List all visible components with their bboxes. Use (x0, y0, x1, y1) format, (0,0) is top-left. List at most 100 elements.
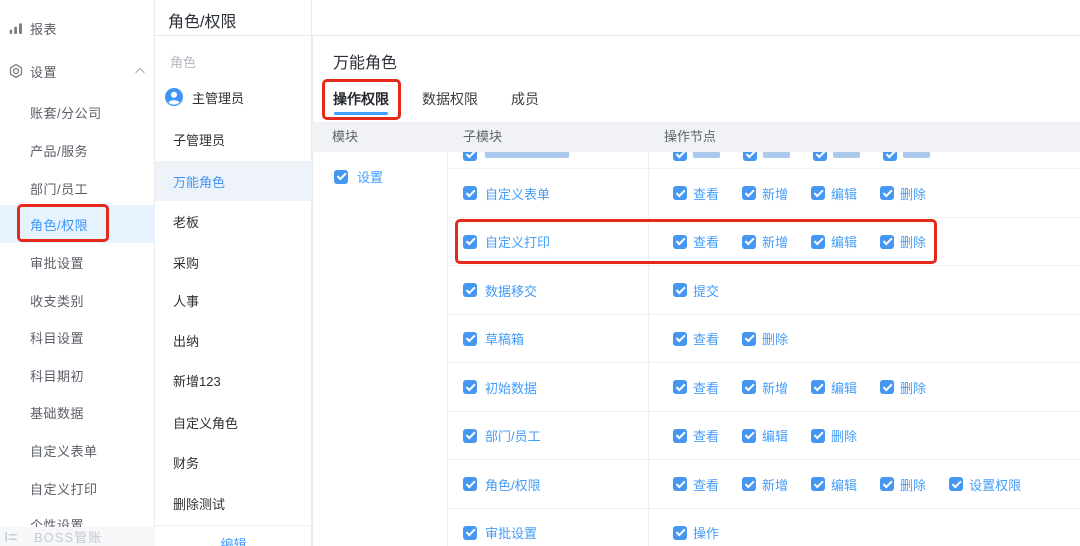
submodule-checkbox[interactable] (463, 477, 477, 491)
submodule-checkbox[interactable] (463, 428, 477, 443)
operation-checkbox-group[interactable] (813, 152, 860, 161)
operation-checkbox-group[interactable]: 删除 (880, 378, 926, 397)
operation-checkbox-group[interactable] (673, 152, 720, 161)
sidebar-item-9[interactable]: 科目期初 (0, 356, 155, 394)
operation-checkbox-group[interactable]: 删除 (880, 232, 926, 251)
operation-checkbox-group[interactable]: 新增 (742, 184, 788, 203)
operation-checkbox[interactable] (673, 186, 687, 200)
submodule-checkbox[interactable] (463, 186, 477, 200)
operation-checkbox-group[interactable] (743, 152, 790, 161)
operation-checkbox[interactable] (742, 477, 757, 491)
role-item-3[interactable]: 采购 (155, 242, 312, 282)
operation-checkbox-group[interactable]: 编辑 (742, 426, 788, 445)
operation-checkbox-group[interactable]: 编辑 (811, 475, 857, 494)
operation-checkbox[interactable] (883, 152, 897, 161)
operation-checkbox-group[interactable]: 删除 (880, 475, 926, 494)
submodule-checkbox-group[interactable]: 初始数据 (447, 378, 648, 397)
operation-checkbox[interactable] (673, 152, 687, 161)
operation-checkbox[interactable] (742, 186, 757, 200)
operation-checkbox[interactable] (673, 477, 687, 491)
submodule-checkbox-group[interactable]: 角色/权限 (447, 475, 648, 494)
module-checkbox-group[interactable]: 设置 (334, 167, 383, 186)
sidebar-item-4[interactable]: 部门/员工 (0, 169, 155, 207)
operation-checkbox-group[interactable]: 提交 (673, 281, 719, 300)
operation-checkbox[interactable] (811, 380, 826, 394)
submodule-checkbox[interactable] (463, 283, 477, 297)
submodule-checkbox-group[interactable]: 部门/员工 (447, 426, 648, 445)
sidebar-item-7[interactable]: 收支类别 (0, 281, 155, 319)
operation-checkbox-group[interactable]: 查看 (673, 329, 719, 348)
sidebar-item-0[interactable]: 报表 (0, 9, 155, 47)
role-item-9[interactable]: 删除测试 (155, 483, 312, 523)
role-item-2[interactable]: 老板 (155, 201, 312, 241)
operation-checkbox[interactable] (742, 428, 757, 443)
operation-checkbox[interactable] (673, 380, 687, 394)
operation-checkbox[interactable] (743, 152, 757, 161)
operation-checkbox-group[interactable]: 查看 (673, 184, 719, 203)
operation-checkbox[interactable] (811, 428, 826, 443)
edit-role-button[interactable]: 编辑 (155, 534, 312, 546)
operation-checkbox-group[interactable]: 编辑 (811, 378, 857, 397)
operation-checkbox-group[interactable]: 查看 (673, 232, 719, 251)
submodule-checkbox[interactable] (463, 380, 477, 394)
operation-checkbox[interactable] (880, 234, 895, 249)
tab-1[interactable]: 数据权限 (422, 89, 478, 109)
submodule-checkbox-group[interactable]: 审批设置 (447, 523, 648, 542)
operation-checkbox-group[interactable]: 新增 (742, 378, 788, 397)
sidebar-footer-boss[interactable]: BOSS管账 (0, 527, 155, 546)
operation-checkbox[interactable] (742, 331, 757, 346)
tab-2[interactable]: 成员 (511, 89, 539, 109)
submodule-checkbox-group[interactable]: 数据移交 (447, 281, 648, 300)
operation-checkbox[interactable] (880, 380, 895, 394)
operation-checkbox-group[interactable]: 设置权限 (949, 475, 1021, 494)
operation-checkbox-group[interactable]: 编辑 (811, 232, 857, 251)
sidebar-item-1[interactable]: 设置 (0, 52, 155, 90)
submodule-checkbox[interactable] (463, 331, 477, 346)
role-item-8[interactable]: 财务 (155, 442, 312, 482)
operation-checkbox-group[interactable] (883, 152, 930, 161)
sidebar-item-6[interactable]: 审批设置 (0, 243, 155, 281)
operation-checkbox-group[interactable]: 删除 (880, 184, 926, 203)
operation-checkbox[interactable] (811, 477, 826, 491)
sidebar-item-3[interactable]: 产品/服务 (0, 131, 155, 169)
sidebar-item-12[interactable]: 自定义打印 (0, 469, 155, 507)
module-checkbox[interactable] (334, 169, 348, 184)
operation-checkbox[interactable] (673, 428, 687, 443)
submodule-checkbox[interactable] (463, 234, 477, 249)
sidebar-item-11[interactable]: 自定义表单 (0, 431, 155, 469)
operation-checkbox-group[interactable]: 新增 (742, 475, 788, 494)
operation-checkbox[interactable] (880, 186, 895, 200)
submodule-checkbox[interactable] (463, 525, 477, 540)
operation-checkbox-group[interactable]: 查看 (673, 475, 719, 494)
operation-checkbox[interactable] (673, 525, 687, 540)
submodule-checkbox-group[interactable]: 自定义表单 (447, 184, 648, 203)
operation-checkbox[interactable] (742, 234, 757, 249)
role-item-6[interactable]: 新增123 (155, 360, 312, 400)
operation-checkbox[interactable] (742, 380, 757, 394)
role-item-7[interactable]: 自定义角色 (155, 402, 312, 442)
operation-checkbox[interactable] (880, 477, 895, 491)
operation-checkbox-group[interactable]: 新增 (742, 232, 788, 251)
role-item-4[interactable]: 人事 (155, 280, 312, 320)
sidebar-item-2[interactable]: 账套/分公司 (0, 93, 155, 131)
tab-0[interactable]: 操作权限 (333, 89, 389, 115)
submodule-checkbox[interactable] (463, 152, 477, 161)
operation-checkbox[interactable] (673, 283, 687, 297)
sidebar-item-5[interactable]: 角色/权限 (0, 205, 155, 243)
operation-checkbox-group[interactable]: 删除 (742, 329, 788, 348)
operation-checkbox[interactable] (949, 477, 964, 491)
operation-checkbox-group[interactable]: 编辑 (811, 184, 857, 203)
operation-checkbox[interactable] (811, 234, 826, 249)
role-item-0[interactable]: 子管理员 (155, 119, 312, 159)
operation-checkbox-group[interactable]: 查看 (673, 378, 719, 397)
operation-checkbox[interactable] (811, 186, 826, 200)
sidebar-item-10[interactable]: 基础数据 (0, 393, 155, 431)
operation-checkbox-group[interactable]: 删除 (811, 426, 857, 445)
operation-checkbox-group[interactable]: 操作 (673, 523, 719, 542)
role-item-admin[interactable]: 主管理员 (155, 82, 312, 112)
operation-checkbox[interactable] (673, 331, 687, 346)
submodule-checkbox-group[interactable] (447, 152, 648, 161)
role-item-1[interactable]: 万能角色 (155, 161, 312, 201)
operation-checkbox-group[interactable]: 查看 (673, 426, 719, 445)
operation-checkbox[interactable] (813, 152, 827, 161)
